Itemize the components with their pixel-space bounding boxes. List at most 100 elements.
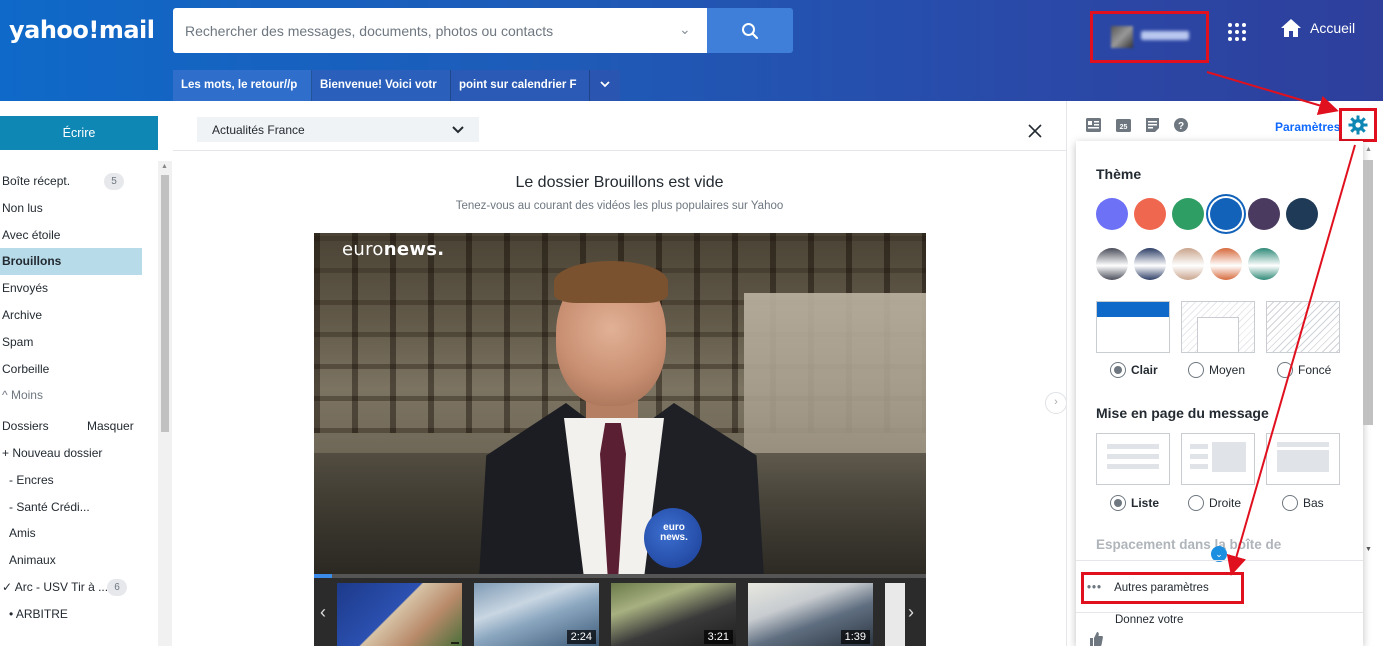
- preview-body: [1197, 317, 1239, 353]
- sidebar-item-starred[interactable]: Avec étoile: [0, 222, 150, 249]
- help-icon[interactable]: ?: [1174, 118, 1188, 132]
- chevron-down-icon[interactable]: ⌄: [679, 21, 691, 38]
- theme-color-swatch[interactable]: [1210, 198, 1242, 230]
- video-thumbnail[interactable]: 2:24: [474, 583, 599, 646]
- radio-button[interactable]: [1110, 362, 1126, 378]
- sidebar-item-folder[interactable]: - Encres: [0, 467, 150, 494]
- appearance-clair-radio[interactable]: Clair: [1110, 362, 1158, 378]
- appearance-fonce-radio[interactable]: Foncé: [1277, 362, 1331, 378]
- avatar[interactable]: [1111, 26, 1133, 48]
- close-icon[interactable]: [1028, 124, 1042, 138]
- video-player[interactable]: euro news. euronews.: [314, 233, 926, 578]
- tab-message-1[interactable]: Les mots, le retour//p: [173, 70, 312, 101]
- sidebar-item-archive[interactable]: Archive: [0, 302, 150, 329]
- theme-image-swatch[interactable]: [1096, 248, 1128, 280]
- profile-highlight-box[interactable]: [1090, 11, 1209, 63]
- compose-button[interactable]: Écrire: [0, 116, 158, 150]
- video-thumbnail[interactable]: [885, 583, 905, 646]
- radio-button[interactable]: [1188, 495, 1204, 511]
- theme-heading: Thème: [1096, 166, 1142, 182]
- appearance-fonce-preview[interactable]: [1266, 301, 1340, 353]
- contacts-icon[interactable]: [1086, 118, 1101, 132]
- feedback-link[interactable]: Donnez votre: [1089, 614, 1183, 646]
- radio-label: Foncé: [1298, 363, 1332, 377]
- radio-button[interactable]: [1282, 495, 1298, 511]
- settings-button[interactable]: [1339, 108, 1377, 142]
- calendar-icon[interactable]: 25: [1116, 118, 1131, 132]
- theme-color-swatch[interactable]: [1248, 198, 1280, 230]
- video-thumbnail[interactable]: 3:21: [611, 583, 736, 646]
- news-category-value: Actualités France: [212, 123, 305, 137]
- sidebar-item-folder[interactable]: • ARBITRE: [0, 601, 150, 628]
- theme-image-swatch[interactable]: [1210, 248, 1242, 280]
- layout-liste-radio[interactable]: Liste: [1110, 495, 1159, 511]
- tabs-more-button[interactable]: [590, 70, 620, 101]
- radio-label: Liste: [1131, 496, 1160, 510]
- layout-bas-preview[interactable]: [1266, 433, 1340, 485]
- appearance-moyen-preview[interactable]: [1181, 301, 1255, 353]
- sidebar-item-spam[interactable]: Spam: [0, 329, 150, 356]
- sidebar-item-inbox[interactable]: Boîte récept. 5: [0, 168, 150, 195]
- more-settings-link[interactable]: ••• Autres paramètres: [1087, 582, 1209, 594]
- appearance-moyen-radio[interactable]: Moyen: [1188, 362, 1245, 378]
- scroll-up-arrow-icon[interactable]: ▲: [161, 163, 168, 170]
- theme-image-swatch[interactable]: [1172, 248, 1204, 280]
- sidebar-item-unread[interactable]: Non lus: [0, 195, 150, 222]
- settings-label[interactable]: Paramètres: [1275, 120, 1340, 134]
- radio-label: Moyen: [1209, 363, 1246, 377]
- layout-droite-radio[interactable]: Droite: [1188, 495, 1241, 511]
- video-thumbnail[interactable]: [337, 583, 462, 646]
- chevron-right-icon[interactable]: ›: [908, 602, 914, 623]
- chevron-right-icon[interactable]: ›: [1045, 392, 1067, 414]
- sidebar-item-folder[interactable]: - Santé Crédi...: [0, 494, 150, 521]
- sidebar-item-folder[interactable]: Amis: [0, 520, 150, 547]
- scroll-up-arrow-icon[interactable]: ▲: [1365, 146, 1372, 153]
- apps-grid-icon[interactable]: [1227, 22, 1247, 42]
- theme-image-swatch[interactable]: [1134, 248, 1166, 280]
- tab-message-2[interactable]: Bienvenue! Voici votr: [312, 70, 451, 101]
- sidebar-item-sent[interactable]: Envoyés: [0, 275, 150, 302]
- more-settings-label: Autres paramètres: [1114, 582, 1209, 594]
- theme-color-swatch[interactable]: [1134, 198, 1166, 230]
- divider: [1076, 560, 1363, 561]
- news-category-select[interactable]: Actualités France: [197, 117, 479, 142]
- settings-panel: Thème Clair Moyen Foncé Mise en page du …: [1076, 141, 1363, 646]
- thumbs-up-icon: [1090, 632, 1103, 646]
- sidebar-item-drafts[interactable]: Brouillons: [0, 248, 142, 276]
- home-label: Accueil: [1310, 20, 1356, 36]
- video-thumbnail[interactable]: 1:39: [748, 583, 873, 646]
- layout-bas-radio[interactable]: Bas: [1282, 495, 1324, 511]
- theme-image-swatch[interactable]: [1248, 248, 1280, 280]
- new-folder-button[interactable]: + Nouveau dossier: [0, 440, 150, 467]
- home-link[interactable]: Accueil: [1280, 18, 1355, 38]
- search-button[interactable]: [707, 8, 793, 53]
- search-input[interactable]: [173, 8, 673, 53]
- scrollbar-thumb[interactable]: [161, 175, 169, 432]
- theme-color-swatch[interactable]: [1172, 198, 1204, 230]
- settings-scrollbar-thumb[interactable]: [1363, 160, 1373, 425]
- scroll-down-arrow-icon[interactable]: ▼: [1365, 546, 1372, 553]
- home-icon: [1281, 19, 1301, 37]
- radio-button[interactable]: [1188, 362, 1204, 378]
- folders-heading: Dossiers: [2, 419, 49, 434]
- sidebar-item-trash[interactable]: Corbeille: [0, 356, 150, 383]
- radio-button[interactable]: [1277, 362, 1293, 378]
- sidebar-scrollbar[interactable]: ▲: [158, 161, 172, 646]
- sidebar-item-folder[interactable]: ✓ Arc - USV Tir à ... 6: [0, 574, 150, 601]
- radio-button[interactable]: [1110, 495, 1126, 511]
- tab-message-3[interactable]: point sur calendrier F: [451, 70, 590, 101]
- theme-color-swatch[interactable]: [1286, 198, 1318, 230]
- hide-folders-link[interactable]: Masquer: [87, 413, 134, 440]
- mic-logo: euro news.: [660, 522, 688, 543]
- sidebar-item-folder[interactable]: Animaux: [0, 547, 150, 574]
- sidebar-less-toggle[interactable]: ^ Moins: [0, 382, 150, 409]
- appearance-clair-preview[interactable]: [1096, 301, 1170, 353]
- yahoo-mail-logo[interactable]: yahoo!mail: [9, 16, 155, 44]
- layout-liste-preview[interactable]: [1096, 433, 1170, 485]
- chevron-left-icon[interactable]: ‹: [320, 602, 326, 623]
- layout-droite-preview[interactable]: [1181, 433, 1255, 485]
- blurred-user-name[interactable]: [1141, 31, 1189, 40]
- notepad-icon[interactable]: [1146, 118, 1159, 132]
- theme-color-swatch[interactable]: [1096, 198, 1128, 230]
- empty-folder-title: Le dossier Brouillons est vide: [515, 174, 724, 191]
